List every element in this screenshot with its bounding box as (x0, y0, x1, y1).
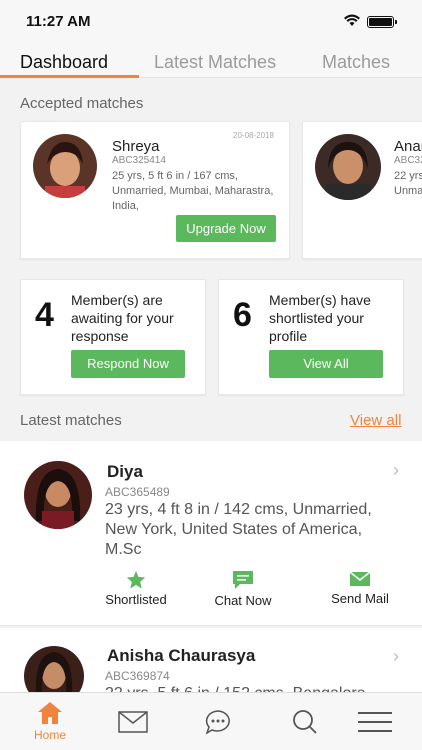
top-tabs: Dashboard Latest Matches Matches (0, 44, 422, 78)
match-date: 20-08-2018 (233, 131, 274, 140)
match-desc-line3: India, (112, 200, 139, 212)
awaiting-text-line2: awaiting for your (71, 310, 174, 326)
send-mail-label: Send Mail (331, 591, 389, 606)
match-desc-line2: Unmarried, Mumbai, Maharastra, (112, 185, 274, 197)
awaiting-text-line1: Member(s) are (71, 292, 163, 308)
shortlisted-count: 6 (233, 296, 252, 334)
upgrade-now-button[interactable]: Upgrade Now (176, 215, 276, 242)
chat-now-button[interactable]: Chat Now (208, 570, 278, 608)
match-id: ABC32 (394, 155, 422, 166)
match-desc-line1: 22 yrs, 5 ft 6 in / 152 cms, Bangalore (105, 684, 366, 692)
shortlisted-text-line3: profile (269, 328, 308, 344)
search-icon (293, 710, 317, 734)
avatar (24, 461, 92, 529)
match-id: ABC369874 (105, 669, 170, 683)
envelope-icon (118, 711, 148, 733)
latest-matches-title: Latest matches (20, 412, 122, 429)
tab-dashboard[interactable]: Dashboard (20, 52, 108, 73)
shortlisted-button[interactable]: Shortlisted (100, 570, 172, 607)
match-desc-line1: 25 yrs, 5 ft 6 in / 167 cms, (112, 170, 238, 182)
shortlisted-text-line1: Member(s) have (269, 292, 371, 308)
mail-icon (349, 571, 371, 586)
accepted-match-card[interactable]: 20-08-2018 Shreya ABC325414 25 yrs, 5 ft… (20, 121, 290, 259)
status-bar: 11:27 AM (0, 0, 422, 44)
wifi-icon (343, 13, 361, 32)
latest-match-item[interactable]: Anisha Chaurasya ABC369874 22 yrs, 5 ft … (0, 628, 422, 692)
match-desc-line3: M.Sc (105, 541, 142, 558)
match-name[interactable]: Shreya (112, 138, 160, 155)
avatar (33, 134, 97, 198)
awaiting-count: 4 (35, 296, 54, 334)
menu-icon (358, 712, 392, 732)
nav-mail[interactable] (112, 693, 156, 750)
match-id: ABC325414 (112, 155, 166, 166)
match-desc-line2: New York, United States of America, (105, 521, 363, 538)
active-tab-indicator (0, 75, 139, 78)
chat-now-label: Chat Now (214, 593, 272, 608)
nav-search[interactable] (284, 693, 324, 750)
match-desc-line1: 22 yrs (394, 170, 422, 182)
view-all-link[interactable]: View all (350, 412, 401, 429)
view-all-shortlisted-button[interactable]: View All (269, 350, 383, 378)
match-name[interactable]: Anar (394, 138, 422, 155)
tab-latest-matches[interactable]: Latest Matches (154, 52, 276, 73)
nav-home[interactable]: Home (20, 693, 80, 750)
avatar (315, 134, 381, 200)
match-desc-line2: Unma (394, 185, 422, 197)
shortlisted-card: 6 Member(s) have shortlisted your profil… (218, 279, 404, 395)
match-name[interactable]: Diya (107, 462, 143, 482)
shortlisted-text-line2: shortlisted your (269, 310, 364, 326)
accepted-matches-title: Accepted matches (20, 95, 144, 112)
star-icon (126, 570, 146, 589)
battery-icon (367, 16, 397, 28)
status-time: 11:27 AM (26, 13, 91, 30)
chevron-right-icon[interactable]: › (393, 646, 399, 667)
nav-home-label: Home (33, 728, 66, 742)
chevron-right-icon[interactable]: › (393, 460, 399, 481)
awaiting-response-card: 4 Member(s) are awaiting for your respon… (20, 279, 206, 395)
avatar (24, 646, 84, 692)
respond-now-button[interactable]: Respond Now (71, 350, 185, 378)
chat-bubble-icon (205, 710, 230, 735)
bottom-nav: Home (0, 692, 422, 750)
latest-match-item[interactable]: Diya ABC365489 23 yrs, 4 ft 8 in / 142 c… (0, 441, 422, 626)
match-id: ABC365489 (105, 485, 170, 499)
match-name[interactable]: Anisha Chaurasya (107, 646, 255, 666)
chat-icon (233, 571, 253, 589)
shortlisted-label: Shortlisted (105, 592, 167, 607)
nav-chat[interactable] (198, 693, 238, 750)
match-desc-line1: 23 yrs, 4 ft 8 in / 142 cms, Unmarried, (105, 501, 372, 518)
tab-matches[interactable]: Matches (322, 52, 390, 73)
awaiting-text-line3: response (71, 328, 129, 344)
nav-menu[interactable] (354, 693, 398, 750)
send-mail-button[interactable]: Send Mail (326, 570, 394, 606)
home-icon (38, 702, 62, 724)
accepted-match-card[interactable]: Anar ABC32 22 yrs Unma (302, 121, 422, 259)
